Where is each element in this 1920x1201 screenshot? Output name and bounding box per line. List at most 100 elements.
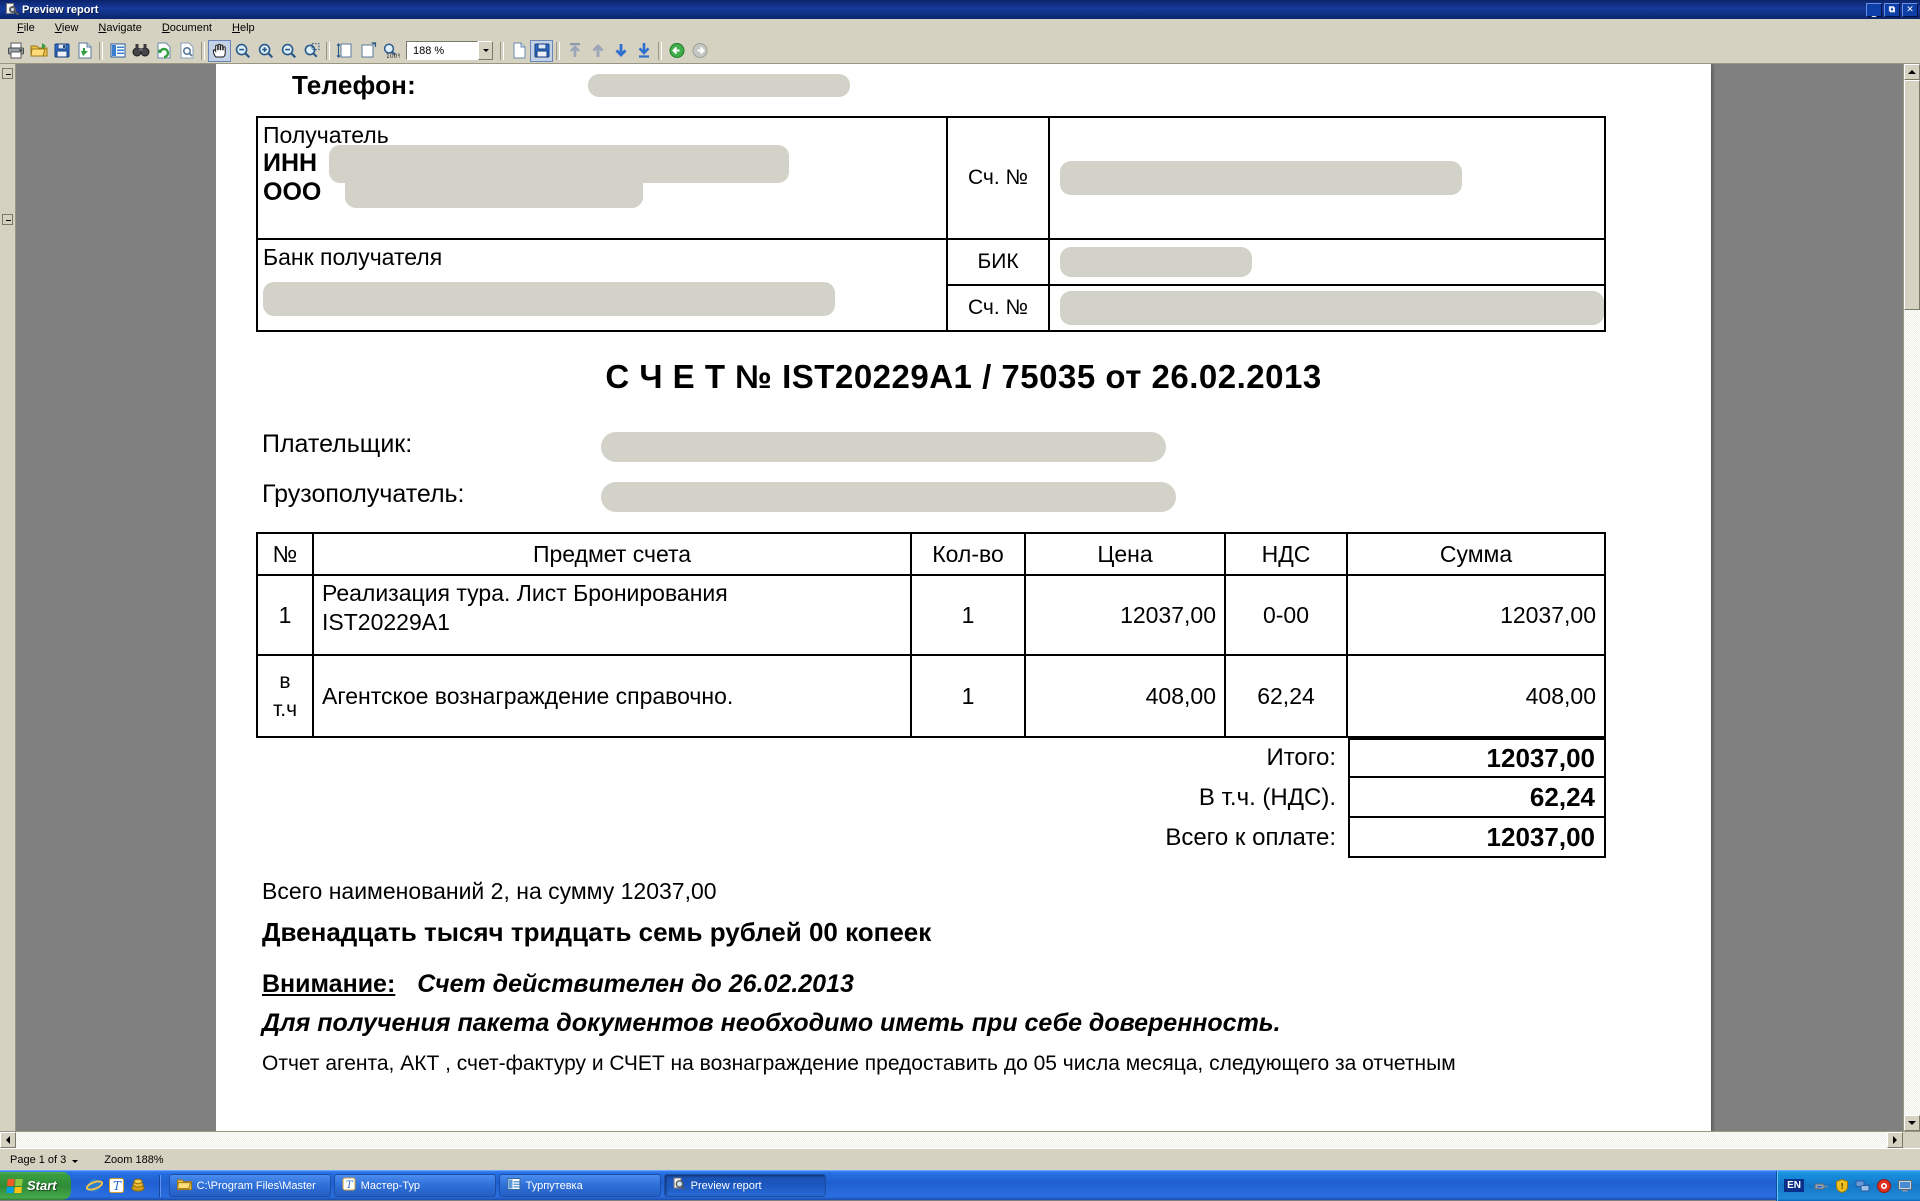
page-list-icon[interactable] — [106, 40, 129, 62]
bank-name-redaction — [263, 282, 835, 316]
totals-row: Всего к оплате: 12037,00 — [888, 818, 1606, 858]
menu-navigate[interactable]: Navigate — [89, 20, 150, 36]
cell-qty: 1 — [911, 655, 1025, 737]
cell-sum: 12037,00 — [1347, 575, 1605, 655]
zoom-info: Zoom 188% — [104, 1154, 163, 1166]
page-dropdown-icon[interactable] — [72, 1160, 78, 1163]
zoom-in-icon[interactable] — [254, 40, 277, 62]
fit-height-icon[interactable] — [333, 40, 356, 62]
scroll-down-button[interactable] — [1904, 1115, 1920, 1131]
task-buttons: C:\Program Files\Master T Мастер-Тур Тур… — [165, 1174, 1776, 1197]
new-page-icon[interactable] — [507, 40, 530, 62]
prev-page-icon[interactable] — [586, 40, 609, 62]
turbo-t-icon[interactable]: T — [108, 1177, 125, 1194]
zoom-combobox[interactable]: 188 % — [406, 41, 478, 60]
status-bar: Page 1 of 3 Zoom 188% — [0, 1148, 1920, 1170]
cell-subject-line1: Агентское вознаграждение справочно. — [322, 682, 902, 711]
bank-label: Банк получателя — [263, 244, 946, 271]
rail-collapse-button-top[interactable] — [2, 68, 13, 79]
col-header-vat: НДС — [1225, 533, 1347, 575]
cell-qty: 1 — [911, 575, 1025, 655]
totals-block: Итого: 12037,00 В т.ч. (НДС). 62,24 Всег… — [256, 738, 1606, 858]
cell-subject-line1: Реализация тура. Лист Бронирования — [322, 579, 902, 608]
consignee-redaction — [601, 482, 1176, 512]
menu-view[interactable]: View — [46, 20, 88, 36]
network-icon[interactable] — [1813, 1178, 1829, 1194]
security-shield-icon[interactable]: ! — [1834, 1178, 1850, 1194]
taskbar-item-label: Preview report — [691, 1180, 762, 1192]
minimize-button[interactable]: _ — [1866, 3, 1882, 17]
zoom-selection-icon[interactable] — [300, 40, 323, 62]
taskbar-item-preview-report[interactable]: Preview report — [664, 1174, 826, 1197]
scroll-left-button[interactable] — [0, 1132, 16, 1148]
invoice-title: С Ч Е Т № IST20229A1 / 75035 от 26.02.20… — [256, 358, 1671, 396]
close-button[interactable]: ✕ — [1902, 3, 1918, 17]
save-icon[interactable] — [50, 40, 73, 62]
taskbar-item-explorer[interactable]: C:\Program Files\Master — [169, 1174, 331, 1197]
export-icon[interactable] — [73, 40, 96, 62]
network-connection-icon[interactable] — [1855, 1178, 1871, 1194]
vertical-scrollbar[interactable] — [1903, 64, 1920, 1131]
save-page-icon[interactable] — [530, 40, 553, 62]
taskbar-item-label: Мастер-Тур — [361, 1180, 420, 1192]
zoom-dropdown-arrow[interactable] — [478, 41, 493, 60]
window-title: Preview report — [22, 4, 1866, 16]
next-page-icon[interactable] — [609, 40, 632, 62]
zoom-100-icon[interactable]: 100% — [379, 40, 402, 62]
start-button[interactable]: Start — [0, 1172, 71, 1200]
windows-flag-icon — [6, 1179, 22, 1193]
back-icon[interactable] — [665, 40, 688, 62]
document-canvas[interactable]: Телефон: Получатель ИНН — [16, 64, 1903, 1131]
coins-icon[interactable] — [130, 1177, 147, 1194]
hand-tool-icon[interactable] — [208, 40, 231, 62]
phone-label: Телефон: — [292, 70, 416, 101]
menu-file[interactable]: File — [8, 20, 44, 36]
vertical-scroll-track[interactable] — [1904, 80, 1920, 1115]
record-icon[interactable] — [1876, 1178, 1892, 1194]
monitor-icon[interactable] — [1897, 1178, 1913, 1194]
menu-help[interactable]: Help — [223, 20, 264, 36]
col-header-number: № — [257, 533, 313, 575]
page-preview-icon[interactable] — [175, 40, 198, 62]
corr-account-label: Сч. № — [948, 286, 1050, 330]
col-header-qty: Кол-во — [911, 533, 1025, 575]
phone-redaction — [588, 74, 850, 97]
restore-button[interactable]: ⧉ — [1884, 3, 1900, 17]
ooo-redaction — [345, 172, 643, 208]
scroll-up-button[interactable] — [1904, 64, 1920, 80]
scroll-right-button[interactable] — [1887, 1132, 1903, 1148]
language-indicator[interactable]: EN — [1784, 1179, 1804, 1192]
phone-row: Телефон: — [256, 64, 1671, 108]
internet-explorer-icon[interactable] — [86, 1177, 103, 1194]
fit-page-icon[interactable] — [356, 40, 379, 62]
last-page-icon[interactable] — [632, 40, 655, 62]
taskbar-item-turputevka[interactable]: Турпутевка — [499, 1174, 661, 1197]
menu-document[interactable]: Document — [153, 20, 221, 36]
horizontal-scroll-track[interactable] — [16, 1132, 1887, 1148]
payer-row: Плательщик: — [256, 426, 1671, 468]
total-value: 12037,00 — [1348, 818, 1606, 858]
find-binoculars-icon[interactable] — [129, 40, 152, 62]
first-page-icon[interactable] — [563, 40, 586, 62]
cell-subject: Реализация тура. Лист Бронирования IST20… — [313, 575, 911, 655]
corr-account-redaction — [1060, 291, 1604, 325]
taskbar-item-label: C:\Program Files\Master — [197, 1180, 316, 1192]
preview-report-icon[interactable] — [3, 2, 19, 17]
zoom-tool-icon[interactable] — [231, 40, 254, 62]
table-row: 1 Реализация тура. Лист Бронирования IST… — [257, 575, 1605, 655]
total-label: Итого: — [888, 738, 1348, 778]
col-header-price: Цена — [1025, 533, 1225, 575]
horizontal-scrollbar[interactable] — [0, 1131, 1920, 1148]
refresh-icon[interactable] — [152, 40, 175, 62]
rail-collapse-button-bottom[interactable] — [2, 214, 13, 225]
consignee-label: Грузополучатель: — [262, 480, 465, 509]
page-sheet: Телефон: Получатель ИНН — [216, 64, 1711, 1131]
taskbar-item-master-tur[interactable]: T Мастер-Тур — [334, 1174, 496, 1197]
totals-row: В т.ч. (НДС). 62,24 — [888, 778, 1606, 818]
zoom-out-icon[interactable] — [277, 40, 300, 62]
open-folder-icon[interactable] — [27, 40, 50, 62]
print-icon[interactable] — [4, 40, 27, 62]
taskbar-item-label: Турпутевка — [526, 1180, 583, 1192]
forward-icon[interactable] — [688, 40, 711, 62]
vertical-scroll-thumb[interactable] — [1904, 80, 1920, 310]
